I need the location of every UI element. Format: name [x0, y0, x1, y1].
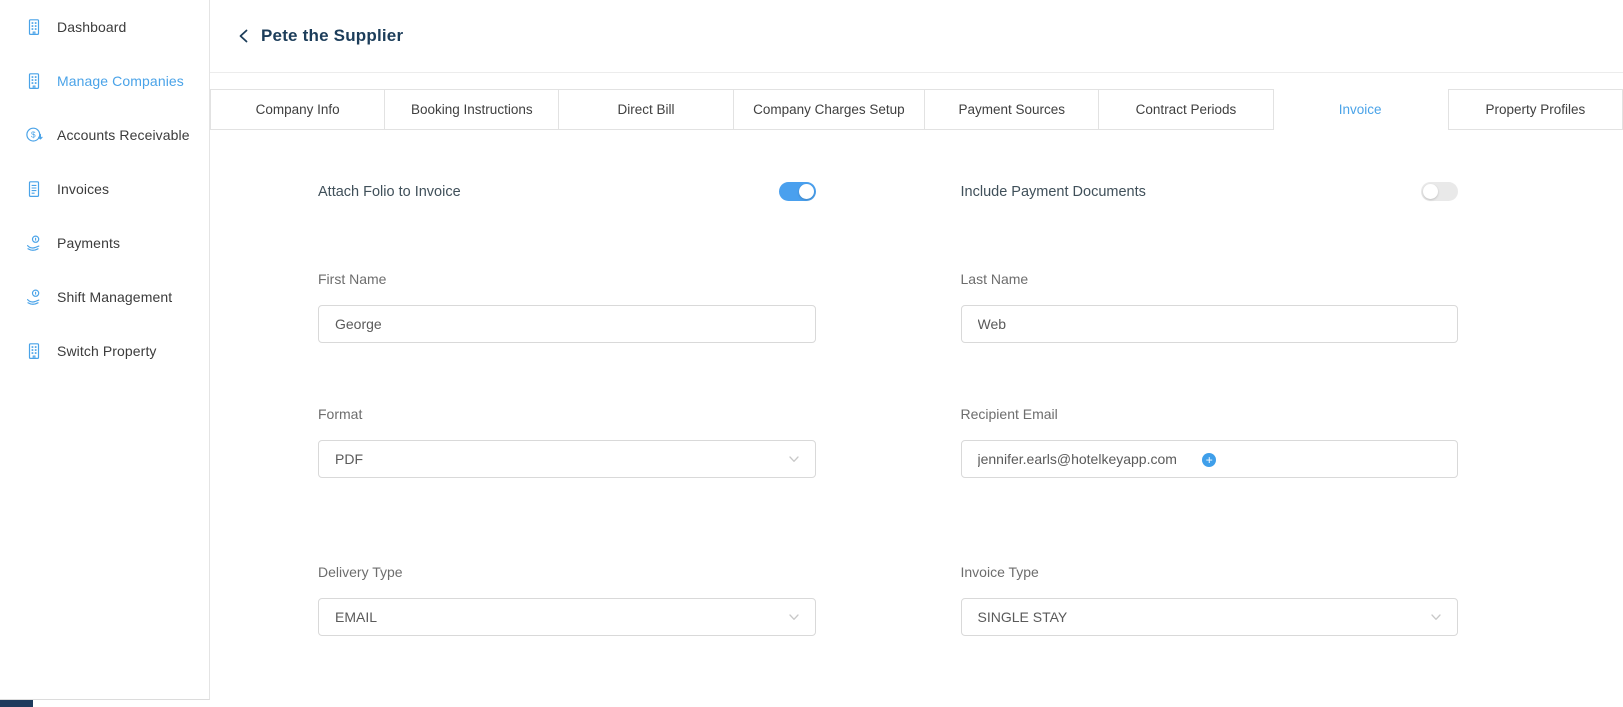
format-label: Format: [318, 406, 816, 422]
first-name-label: First Name: [318, 271, 816, 287]
sidebar-item-label: Invoices: [57, 181, 109, 197]
include-payment-documents-label: Include Payment Documents: [961, 184, 1146, 200]
page-title: Pete the Supplier: [261, 26, 403, 46]
tab-property-profiles[interactable]: Property Profiles: [1448, 89, 1623, 130]
hand-coin-icon: [24, 287, 44, 307]
tab-company-info[interactable]: Company Info: [210, 89, 385, 130]
invoice-type-label: Invoice Type: [961, 564, 1459, 580]
invoice-type-select[interactable]: SINGLE STAY: [961, 598, 1459, 636]
sidebar-item-shift-management[interactable]: Shift Management: [0, 270, 209, 324]
include-payment-documents-toggle[interactable]: [1421, 182, 1458, 201]
attach-folio-row: Attach Folio to Invoice: [318, 182, 816, 201]
chevron-left-icon[interactable]: [236, 28, 252, 44]
format-selected-value: PDF: [335, 451, 363, 467]
invoice-type-selected-value: SINGLE STAY: [978, 609, 1068, 625]
chevron-down-icon: [1429, 610, 1443, 624]
toggle-knob: [799, 184, 814, 199]
invoice-document-icon: [24, 179, 44, 199]
tab-booking-instructions[interactable]: Booking Instructions: [385, 89, 559, 130]
tab-payment-sources[interactable]: Payment Sources: [925, 89, 1099, 130]
last-name-field[interactable]: [961, 305, 1459, 343]
sidebar-item-label: Accounts Receivable: [57, 127, 190, 143]
building-icon: [24, 17, 44, 37]
sidebar-item-manage-companies[interactable]: Manage Companies: [0, 54, 209, 108]
sidebar-item-invoices[interactable]: Invoices: [0, 162, 209, 216]
company-tabs: Company Info Booking Instructions Direct…: [210, 89, 1623, 130]
sidebar-item-label: Dashboard: [57, 19, 126, 35]
sidebar-item-payments[interactable]: Payments: [0, 216, 209, 270]
delivery-type-select[interactable]: EMAIL: [318, 598, 816, 636]
last-name-label: Last Name: [961, 271, 1459, 287]
app-page: Dashboard Manage Companies Accounts Rece…: [0, 0, 1623, 707]
delivery-type-selected-value: EMAIL: [335, 609, 377, 625]
sidebar-item-label: Shift Management: [57, 289, 172, 305]
attach-folio-label: Attach Folio to Invoice: [318, 184, 461, 200]
sidebar: Dashboard Manage Companies Accounts Rece…: [0, 0, 210, 700]
sidebar-item-dashboard[interactable]: Dashboard: [0, 0, 209, 54]
hand-coin-icon: [24, 233, 44, 253]
sidebar-item-accounts-receivable[interactable]: Accounts Receivable: [0, 108, 209, 162]
format-select[interactable]: PDF: [318, 440, 816, 478]
chevron-down-icon: [787, 610, 801, 624]
invoice-type-group: Invoice Type SINGLE STAY: [961, 564, 1459, 636]
building-icon: [24, 341, 44, 361]
chevron-down-icon: [787, 452, 801, 466]
invoice-settings-form: Attach Folio to Invoice Include Payment …: [318, 182, 1458, 636]
last-name-group: Last Name: [961, 271, 1459, 343]
sidebar-item-label: Switch Property: [57, 343, 157, 359]
toggle-knob: [1423, 184, 1438, 199]
tab-direct-bill[interactable]: Direct Bill: [559, 89, 733, 130]
add-email-button[interactable]: +: [1202, 453, 1216, 467]
main-content: Pete the Supplier Company Info Booking I…: [210, 0, 1623, 707]
recipient-email-group: Recipient Email +: [961, 406, 1459, 478]
attach-folio-toggle[interactable]: [779, 182, 816, 201]
delivery-type-group: Delivery Type EMAIL: [318, 564, 816, 636]
first-name-field[interactable]: [318, 305, 816, 343]
first-name-group: First Name: [318, 271, 816, 343]
tab-invoice[interactable]: Invoice: [1274, 89, 1448, 130]
tab-company-charges-setup[interactable]: Company Charges Setup: [734, 89, 926, 130]
bottom-corner-bar: [0, 700, 33, 707]
building-icon: [24, 71, 44, 91]
dollar-refund-icon: [24, 125, 44, 145]
tab-contract-periods[interactable]: Contract Periods: [1099, 89, 1273, 130]
format-group: Format PDF: [318, 406, 816, 478]
recipient-email-label: Recipient Email: [961, 406, 1459, 422]
sidebar-item-label: Manage Companies: [57, 73, 184, 89]
company-header: Pete the Supplier: [210, 0, 1623, 73]
sidebar-item-label: Payments: [57, 235, 120, 251]
include-payment-documents-row: Include Payment Documents: [961, 182, 1459, 201]
delivery-type-label: Delivery Type: [318, 564, 816, 580]
sidebar-item-switch-property[interactable]: Switch Property: [0, 324, 209, 378]
